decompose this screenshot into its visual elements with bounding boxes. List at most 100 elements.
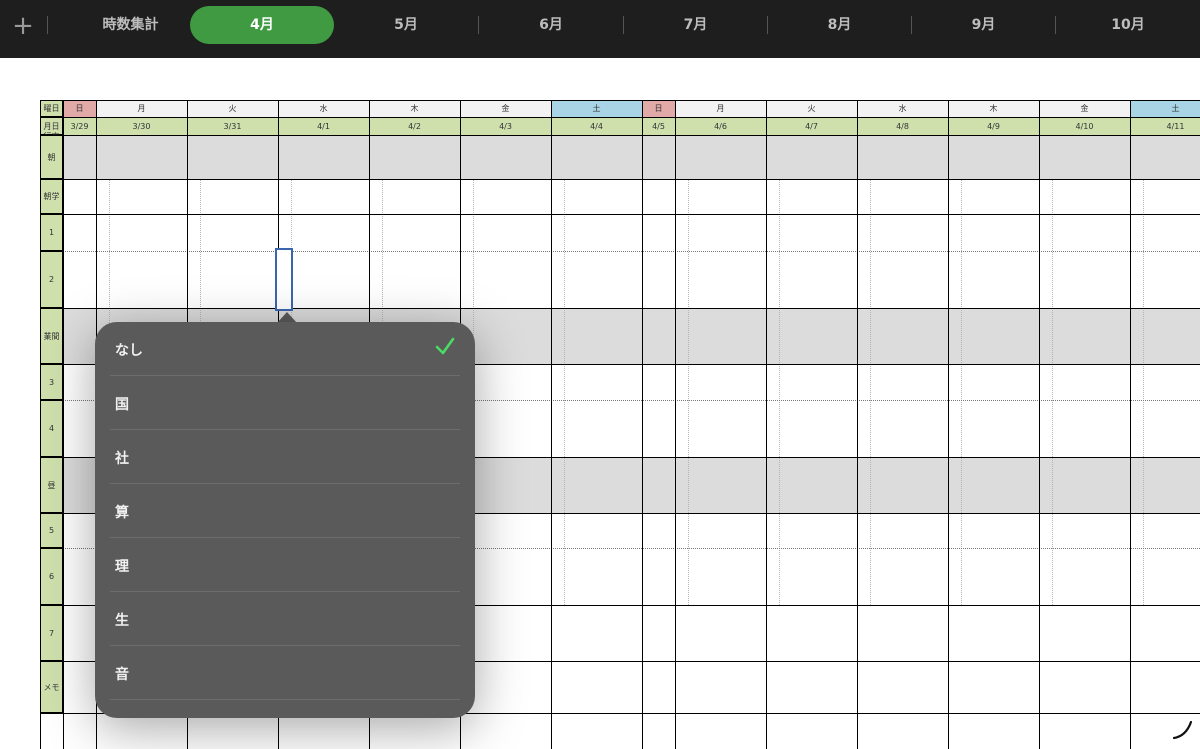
schedule-cell[interactable] bbox=[857, 308, 948, 364]
schedule-cell[interactable] bbox=[948, 400, 1039, 457]
schedule-cell[interactable] bbox=[948, 605, 1039, 661]
schedule-cell[interactable] bbox=[551, 179, 642, 214]
schedule-cell[interactable] bbox=[675, 661, 766, 713]
schedule-cell[interactable] bbox=[642, 135, 675, 179]
schedule-cell[interactable] bbox=[675, 513, 766, 548]
schedule-cell[interactable] bbox=[1039, 661, 1130, 713]
schedule-cell[interactable] bbox=[675, 214, 766, 251]
schedule-cell[interactable] bbox=[1039, 214, 1130, 251]
schedule-cell[interactable] bbox=[551, 364, 642, 400]
schedule-cell[interactable] bbox=[278, 214, 369, 251]
schedule-cell[interactable] bbox=[187, 135, 278, 179]
schedule-cell[interactable] bbox=[187, 251, 278, 308]
schedule-cell[interactable] bbox=[1039, 308, 1130, 364]
schedule-cell[interactable] bbox=[63, 135, 96, 179]
schedule-cell[interactable] bbox=[857, 548, 948, 605]
schedule-cell[interactable] bbox=[1039, 179, 1130, 214]
schedule-cell[interactable] bbox=[857, 179, 948, 214]
schedule-cell[interactable] bbox=[766, 605, 857, 661]
schedule-cell[interactable] bbox=[948, 457, 1039, 513]
option-social[interactable]: 社 bbox=[95, 430, 475, 484]
schedule-cell[interactable] bbox=[369, 214, 460, 251]
schedule-cell[interactable] bbox=[642, 548, 675, 605]
schedule-cell[interactable] bbox=[642, 513, 675, 548]
schedule-cell[interactable] bbox=[948, 179, 1039, 214]
schedule-cell[interactable] bbox=[551, 135, 642, 179]
schedule-cell[interactable] bbox=[948, 661, 1039, 713]
schedule-cell[interactable] bbox=[675, 548, 766, 605]
schedule-cell[interactable] bbox=[187, 214, 278, 251]
option-none[interactable]: なし bbox=[95, 322, 475, 376]
schedule-cell[interactable] bbox=[63, 661, 96, 713]
schedule-cell[interactable] bbox=[1130, 400, 1200, 457]
schedule-cell[interactable] bbox=[187, 179, 278, 214]
schedule-cell[interactable] bbox=[551, 214, 642, 251]
schedule-cell[interactable] bbox=[1039, 400, 1130, 457]
schedule-cell[interactable] bbox=[63, 308, 96, 364]
schedule-cell[interactable] bbox=[460, 135, 551, 179]
schedule-cell[interactable] bbox=[1130, 513, 1200, 548]
schedule-cell[interactable] bbox=[551, 548, 642, 605]
schedule-cell[interactable] bbox=[1039, 251, 1130, 308]
schedule-cell[interactable] bbox=[766, 179, 857, 214]
schedule-cell[interactable] bbox=[675, 457, 766, 513]
schedule-cell[interactable] bbox=[766, 661, 857, 713]
schedule-cell[interactable] bbox=[948, 364, 1039, 400]
schedule-cell[interactable] bbox=[1039, 457, 1130, 513]
schedule-cell[interactable] bbox=[948, 513, 1039, 548]
schedule-cell[interactable] bbox=[642, 214, 675, 251]
schedule-cell[interactable] bbox=[63, 513, 96, 548]
selected-cell[interactable] bbox=[275, 248, 293, 311]
schedule-cell[interactable] bbox=[551, 308, 642, 364]
schedule-cell[interactable] bbox=[460, 179, 551, 214]
option-science[interactable]: 理 bbox=[95, 538, 475, 592]
schedule-cell[interactable] bbox=[1130, 308, 1200, 364]
schedule-cell[interactable] bbox=[948, 308, 1039, 364]
option-music[interactable]: 音 bbox=[95, 646, 475, 700]
schedule-cell[interactable] bbox=[1039, 605, 1130, 661]
schedule-cell[interactable] bbox=[96, 179, 187, 214]
schedule-cell[interactable] bbox=[675, 251, 766, 308]
schedule-cell[interactable] bbox=[857, 214, 948, 251]
schedule-cell[interactable] bbox=[857, 605, 948, 661]
schedule-cell[interactable] bbox=[369, 179, 460, 214]
schedule-cell[interactable] bbox=[766, 214, 857, 251]
schedule-cell[interactable] bbox=[642, 661, 675, 713]
option-math[interactable]: 算 bbox=[95, 484, 475, 538]
schedule-cell[interactable] bbox=[63, 457, 96, 513]
schedule-cell[interactable] bbox=[642, 251, 675, 308]
schedule-cell[interactable] bbox=[278, 179, 369, 214]
schedule-cell[interactable] bbox=[1130, 548, 1200, 605]
schedule-cell[interactable] bbox=[857, 251, 948, 308]
schedule-cell[interactable] bbox=[96, 251, 187, 308]
option-japanese[interactable]: 国 bbox=[95, 376, 475, 430]
schedule-cell[interactable] bbox=[642, 179, 675, 214]
schedule-cell[interactable] bbox=[642, 605, 675, 661]
schedule-cell[interactable] bbox=[948, 214, 1039, 251]
schedule-cell[interactable] bbox=[96, 135, 187, 179]
schedule-cell[interactable] bbox=[551, 605, 642, 661]
schedule-cell[interactable] bbox=[551, 457, 642, 513]
schedule-cell[interactable] bbox=[1039, 364, 1130, 400]
schedule-cell[interactable] bbox=[857, 364, 948, 400]
schedule-cell[interactable] bbox=[675, 135, 766, 179]
schedule-cell[interactable] bbox=[63, 179, 96, 214]
schedule-cell[interactable] bbox=[551, 661, 642, 713]
schedule-cell[interactable] bbox=[1039, 513, 1130, 548]
schedule-cell[interactable] bbox=[642, 457, 675, 513]
schedule-cell[interactable] bbox=[1130, 457, 1200, 513]
schedule-cell[interactable] bbox=[460, 251, 551, 308]
schedule-cell[interactable] bbox=[460, 214, 551, 251]
schedule-cell[interactable] bbox=[766, 308, 857, 364]
schedule-cell[interactable] bbox=[369, 251, 460, 308]
schedule-cell[interactable] bbox=[63, 251, 96, 308]
schedule-cell[interactable] bbox=[766, 400, 857, 457]
schedule-cell[interactable] bbox=[675, 605, 766, 661]
option-life[interactable]: 生 bbox=[95, 592, 475, 646]
schedule-cell[interactable] bbox=[675, 308, 766, 364]
schedule-cell[interactable] bbox=[551, 251, 642, 308]
schedule-cell[interactable] bbox=[63, 400, 96, 457]
schedule-cell[interactable] bbox=[766, 513, 857, 548]
schedule-cell[interactable] bbox=[857, 400, 948, 457]
schedule-cell[interactable] bbox=[642, 308, 675, 364]
